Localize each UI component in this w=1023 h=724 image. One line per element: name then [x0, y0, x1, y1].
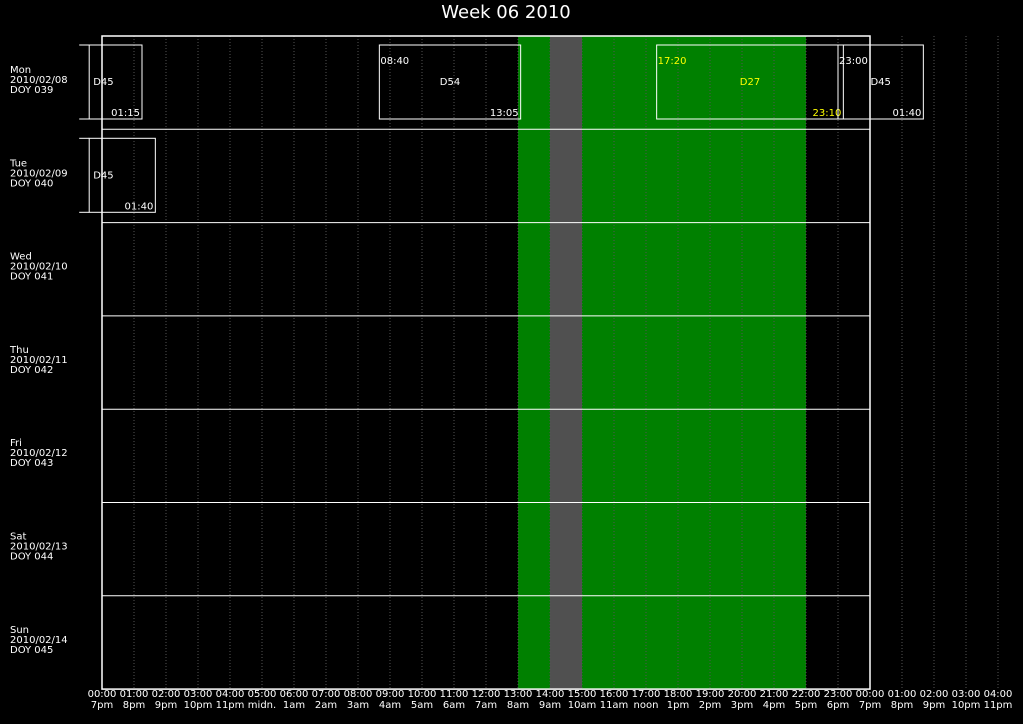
axis-utc-label: 11:00: [440, 689, 469, 700]
pass-end-time: 23:10: [813, 108, 842, 119]
axis-utc-label: 03:00: [184, 689, 213, 700]
pass-station: D45: [870, 77, 890, 88]
axis-utc-label: 20:00: [728, 689, 757, 700]
axis-local-label: 7pm: [91, 700, 113, 711]
axis-utc-label: 09:00: [376, 689, 405, 700]
day-doy: DOY 041: [10, 272, 53, 283]
day-doy: DOY 044: [10, 552, 53, 563]
axis-local-label: 9am: [539, 700, 561, 711]
axis-local-label: 10pm: [184, 700, 213, 711]
schedule-chart: Mon2010/02/08DOY 039Tue2010/02/09DOY 040…: [0, 0, 1023, 724]
bands-layer: [518, 36, 806, 690]
axis-local-label: 11pm: [216, 700, 245, 711]
axis-local-label: 10pm: [952, 700, 981, 711]
axis-local-label: 8am: [507, 700, 529, 711]
axis-local-label: midn.: [248, 700, 276, 711]
axis-utc-label: 17:00: [632, 689, 661, 700]
axis-local-label: 10am: [568, 700, 597, 711]
axis-local-label: 7pm: [859, 700, 881, 711]
axis-local-label: noon: [634, 700, 659, 711]
pass-end-time: 01:40: [125, 201, 154, 212]
pass-station: D45: [93, 170, 113, 181]
axis-utc-label: 23:00: [824, 689, 853, 700]
time-axis-layer: 00:00 01:00 02:00 03:00 04:00 05:00 06:00 07:00…: [88, 689, 1013, 711]
band-gray: [550, 36, 582, 690]
axis-utc-label: 06:00: [280, 689, 309, 700]
pass-end-time: 01:15: [111, 108, 140, 119]
axis-local-label: 5pm: [795, 700, 817, 711]
day-doy: DOY 040: [10, 178, 53, 189]
axis-utc-label: 21:00: [760, 689, 789, 700]
axis-utc-label: 01:00: [120, 689, 149, 700]
axis-utc-label: 14:00: [536, 689, 565, 700]
axis-utc-label: 10:00: [408, 689, 437, 700]
axis-utc-label: 03:00: [952, 689, 981, 700]
axis-utc-label: 16:00: [600, 689, 629, 700]
page-title: Week 06 2010: [441, 2, 570, 23]
axis-local-label: 9pm: [155, 700, 177, 711]
axis-local-label: 3pm: [731, 700, 753, 711]
day-doy: DOY 043: [10, 458, 53, 469]
pass-start-time: 17:20: [658, 56, 687, 67]
axis-local-label: 5am: [411, 700, 433, 711]
band-green: [582, 36, 806, 690]
axis-local-label: 2am: [315, 700, 337, 711]
axis-utc-label: 02:00: [920, 689, 949, 700]
axis-utc-label: 13:00: [504, 689, 533, 700]
axis-local-label: 11pm: [984, 700, 1013, 711]
axis-local-label: 3am: [347, 700, 369, 711]
band-green: [518, 36, 550, 690]
axis-local-label: 9pm: [923, 700, 945, 711]
pass-station: D27: [740, 77, 760, 88]
axis-utc-label: 08:00: [344, 689, 373, 700]
day-doy: DOY 045: [10, 645, 53, 656]
axis-utc-label: 02:00: [152, 689, 181, 700]
pass-station: D45: [93, 77, 113, 88]
day-doy: DOY 039: [10, 85, 53, 96]
axis-utc-label: 22:00: [792, 689, 821, 700]
axis-local-label: 7am: [475, 700, 497, 711]
axis-local-label: 1am: [283, 700, 305, 711]
axis-local-label: 2pm: [699, 700, 721, 711]
pass-end-time: 01:40: [893, 108, 922, 119]
axis-utc-label: 18:00: [664, 689, 693, 700]
axis-utc-label: 19:00: [696, 689, 725, 700]
axis-utc-label: 05:00: [248, 689, 277, 700]
axis-utc-label: 00:00: [88, 689, 117, 700]
axis-local-label: 6pm: [827, 700, 849, 711]
week-schedule-view: Mon 2010/02/08 DOY 039 Tue 2010/02/09 DOY 040…: [0, 0, 1023, 724]
axis-local-label: 11am: [600, 700, 629, 711]
axis-utc-label: 15:00: [568, 689, 597, 700]
axis-local-label: 6am: [443, 700, 465, 711]
axis-utc-label: 12:00: [472, 689, 501, 700]
axis-utc-label: 01:00: [888, 689, 917, 700]
axis-local-label: 4pm: [763, 700, 785, 711]
day-doy: DOY 042: [10, 365, 53, 376]
axis-utc-label: 04:00: [984, 689, 1013, 700]
axis-local-label: 8pm: [891, 700, 913, 711]
pass-start-time: 08:40: [380, 56, 409, 67]
axis-utc-label: 00:00: [856, 689, 885, 700]
axis-utc-label: 04:00: [216, 689, 245, 700]
pass-end-time: 13:05: [490, 108, 519, 119]
axis-local-label: 4am: [379, 700, 401, 711]
pass-station: D54: [440, 77, 460, 88]
pass-start-time: 23:00: [839, 56, 868, 67]
axis-utc-label: 07:00: [312, 689, 341, 700]
axis-local-label: 1pm: [667, 700, 689, 711]
axis-local-label: 8pm: [123, 700, 145, 711]
